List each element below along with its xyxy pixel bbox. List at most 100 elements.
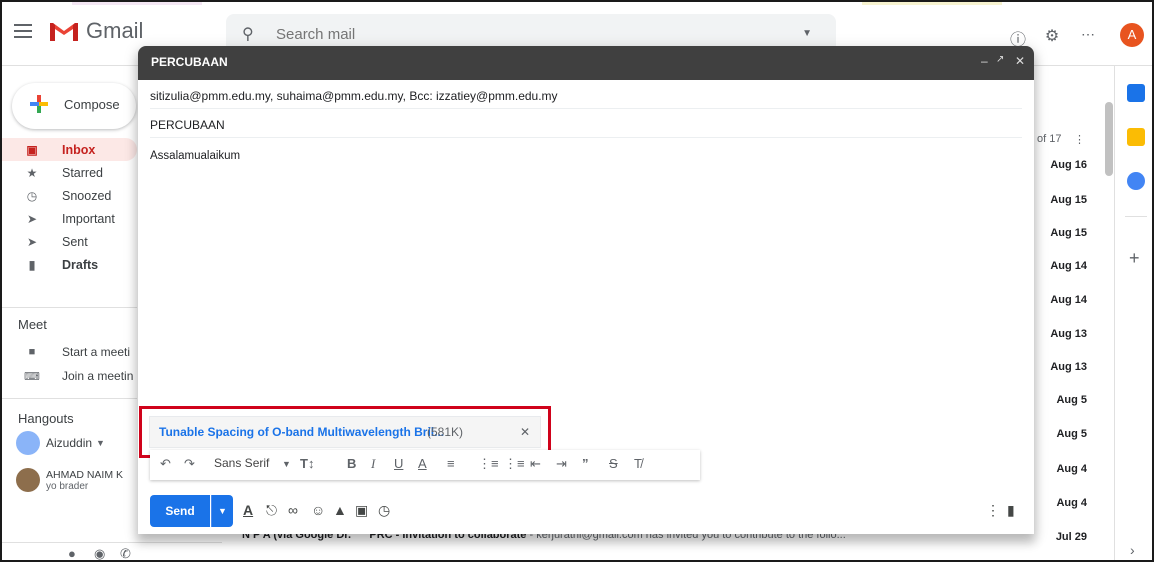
- logo-text: Gmail: [86, 18, 144, 43]
- attach-file-icon[interactable]: ⎋: [266, 502, 277, 519]
- main-menu-icon[interactable]: [14, 24, 32, 38]
- chevron-right-icon[interactable]: ›: [1130, 542, 1135, 558]
- send-options-icon[interactable]: ▼: [211, 495, 233, 527]
- italic-icon[interactable]: I: [371, 456, 375, 472]
- more-options-icon[interactable]: ⋮: [1074, 133, 1085, 146]
- video-camera-icon: ■: [28, 346, 36, 358]
- settings-gear-icon[interactable]: ⚙: [1042, 26, 1062, 46]
- sidebar-item-drafts[interactable]: ▮ Drafts: [2, 253, 137, 276]
- gmail-m-icon: [50, 23, 78, 41]
- list-scrollbar[interactable]: [1105, 102, 1113, 176]
- hangouts-section-title: Hangouts: [18, 411, 74, 426]
- bulleted-list-icon[interactable]: ⋮≡: [504, 456, 525, 472]
- discard-draft-icon[interactable]: ▮: [1007, 502, 1015, 519]
- hangouts-contact-name: AHMAD NAIM K: [46, 468, 124, 481]
- hangouts-bottom-bar: ● ◉ ✆: [2, 542, 222, 560]
- indent-more-icon[interactable]: ⇥: [556, 456, 567, 472]
- sidebar-item-starred[interactable]: ★ Starred: [2, 161, 137, 184]
- phone-icon[interactable]: ✆: [120, 546, 131, 560]
- message-body[interactable]: Assalamualaikum: [150, 150, 240, 162]
- align-icon[interactable]: ≡: [447, 456, 455, 471]
- insert-link-icon[interactable]: ∞: [288, 502, 298, 518]
- minimize-icon[interactable]: –: [981, 54, 988, 68]
- search-icon[interactable]: ⚲: [242, 24, 254, 44]
- formatting-options-icon[interactable]: A: [243, 502, 253, 518]
- undo-icon[interactable]: ↶: [160, 456, 171, 472]
- remove-attachment-icon[interactable]: ✕: [520, 425, 530, 439]
- start-meeting-item[interactable]: ■ Start a meeti: [2, 341, 137, 363]
- compose-button[interactable]: Compose: [12, 83, 136, 129]
- sidebar-item-label: Drafts: [62, 257, 99, 272]
- calendar-icon[interactable]: [1127, 84, 1145, 102]
- send-button[interactable]: Send: [150, 495, 210, 527]
- compose-plus-icon: [30, 95, 48, 113]
- side-panel: + ›: [1114, 66, 1152, 560]
- google-drive-icon[interactable]: ▲: [333, 502, 347, 518]
- compose-title-bar[interactable]: PERCUBAAN – ↗ ✕: [138, 46, 1034, 80]
- attachment-name[interactable]: Tunable Spacing of O-band Multiwavelengt…: [159, 425, 444, 439]
- font-size-icon[interactable]: T↕: [300, 456, 314, 471]
- join-meeting-label: Join a meetin: [62, 369, 134, 383]
- sidebar-divider: [2, 307, 137, 308]
- redo-icon[interactable]: ↷: [184, 456, 195, 472]
- sidebar-item-sent[interactable]: ➤ Sent: [2, 230, 137, 253]
- compose-label: Compose: [64, 97, 120, 112]
- keep-icon[interactable]: [1127, 128, 1145, 146]
- attachment-chip[interactable]: Tunable Spacing of O-band Multiwavelengt…: [149, 416, 541, 448]
- hangouts-contact[interactable]: AHMAD NAIM K yo brader: [16, 468, 123, 492]
- indent-less-icon[interactable]: ⇤: [530, 456, 541, 472]
- sidebar-item-label: Inbox: [62, 142, 96, 157]
- sidebar-item-inbox[interactable]: ▣ Inbox: [2, 138, 137, 161]
- emoji-icon[interactable]: ☺: [311, 502, 325, 518]
- insert-photo-icon[interactable]: ▣: [355, 502, 368, 519]
- inbox-icon: ▣: [26, 142, 38, 157]
- star-icon: ★: [26, 165, 38, 180]
- search-options-icon[interactable]: ▼: [802, 28, 812, 39]
- more-options-icon[interactable]: ⋮: [986, 502, 1000, 519]
- underline-icon[interactable]: U: [394, 456, 403, 471]
- account-avatar[interactable]: A: [1120, 23, 1144, 47]
- important-icon: ➤: [26, 211, 38, 226]
- keyboard-icon: ⌨: [24, 370, 40, 383]
- search-input[interactable]: [276, 26, 776, 43]
- sidebar-item-label: Important: [62, 211, 115, 226]
- hangouts-contact-status: yo brader: [46, 480, 89, 492]
- remove-formatting-icon[interactable]: T̸: [634, 456, 642, 471]
- app-frame: Gmail ⚲ ▼ ⓘ ⚙ ⋯ A Compose ▣ Inbox ★ Star…: [0, 0, 1154, 562]
- side-panel-divider: [1125, 216, 1147, 217]
- font-select[interactable]: Sans Serif: [214, 456, 269, 470]
- strikethrough-icon[interactable]: S: [609, 456, 618, 471]
- join-meeting-item[interactable]: ⌨ Join a meetin: [2, 365, 137, 387]
- close-icon[interactable]: ✕: [1015, 54, 1025, 68]
- chevron-down-icon[interactable]: ▼: [282, 459, 291, 469]
- hangouts-user[interactable]: Aizuddin ▼: [16, 431, 105, 455]
- confidential-mode-icon[interactable]: ◷: [378, 502, 390, 519]
- add-addon-icon[interactable]: +: [1129, 248, 1140, 269]
- text-color-icon[interactable]: A: [418, 456, 427, 471]
- meet-section-title: Meet: [18, 317, 47, 332]
- avatar: [16, 468, 40, 492]
- recipients-field[interactable]: sitizulia@pmm.edu.my, suhaima@pmm.edu.my…: [150, 83, 1022, 109]
- tasks-icon[interactable]: [1127, 172, 1145, 190]
- sidebar-item-important[interactable]: ➤ Important: [2, 207, 137, 230]
- bold-icon[interactable]: B: [347, 456, 356, 471]
- sidebar-item-label: Starred: [62, 165, 103, 180]
- attachment-size: (581K): [427, 425, 464, 439]
- formatting-toolbar: ↶ ↷ Sans Serif ▼ T↕ B I U A ≡ ⋮≡ ⋮≡ ⇤ ⇥ …: [150, 450, 700, 480]
- gmail-logo[interactable]: Gmail: [48, 18, 143, 44]
- quote-icon[interactable]: ”: [582, 456, 589, 471]
- list-page-count: of 17: [1037, 133, 1062, 145]
- sidebar-nav: ▣ Inbox ★ Starred ◷ Snoozed ➤ Important …: [2, 138, 137, 276]
- draft-icon: ▮: [28, 257, 36, 272]
- sidebar-item-label: Snoozed: [62, 188, 112, 203]
- chevron-down-icon[interactable]: ▼: [96, 438, 105, 448]
- chat-bubble-icon[interactable]: ◉: [94, 546, 105, 560]
- subject-field[interactable]: PERCUBAAN: [150, 112, 1022, 138]
- fullscreen-icon[interactable]: ↗: [996, 54, 1004, 65]
- apps-grid-icon[interactable]: ⋯: [1078, 26, 1098, 43]
- send-icon: ➤: [26, 234, 38, 249]
- person-icon[interactable]: ●: [68, 546, 76, 560]
- avatar: [16, 431, 40, 455]
- numbered-list-icon[interactable]: ⋮≡: [478, 456, 499, 472]
- sidebar-item-snoozed[interactable]: ◷ Snoozed: [2, 184, 137, 207]
